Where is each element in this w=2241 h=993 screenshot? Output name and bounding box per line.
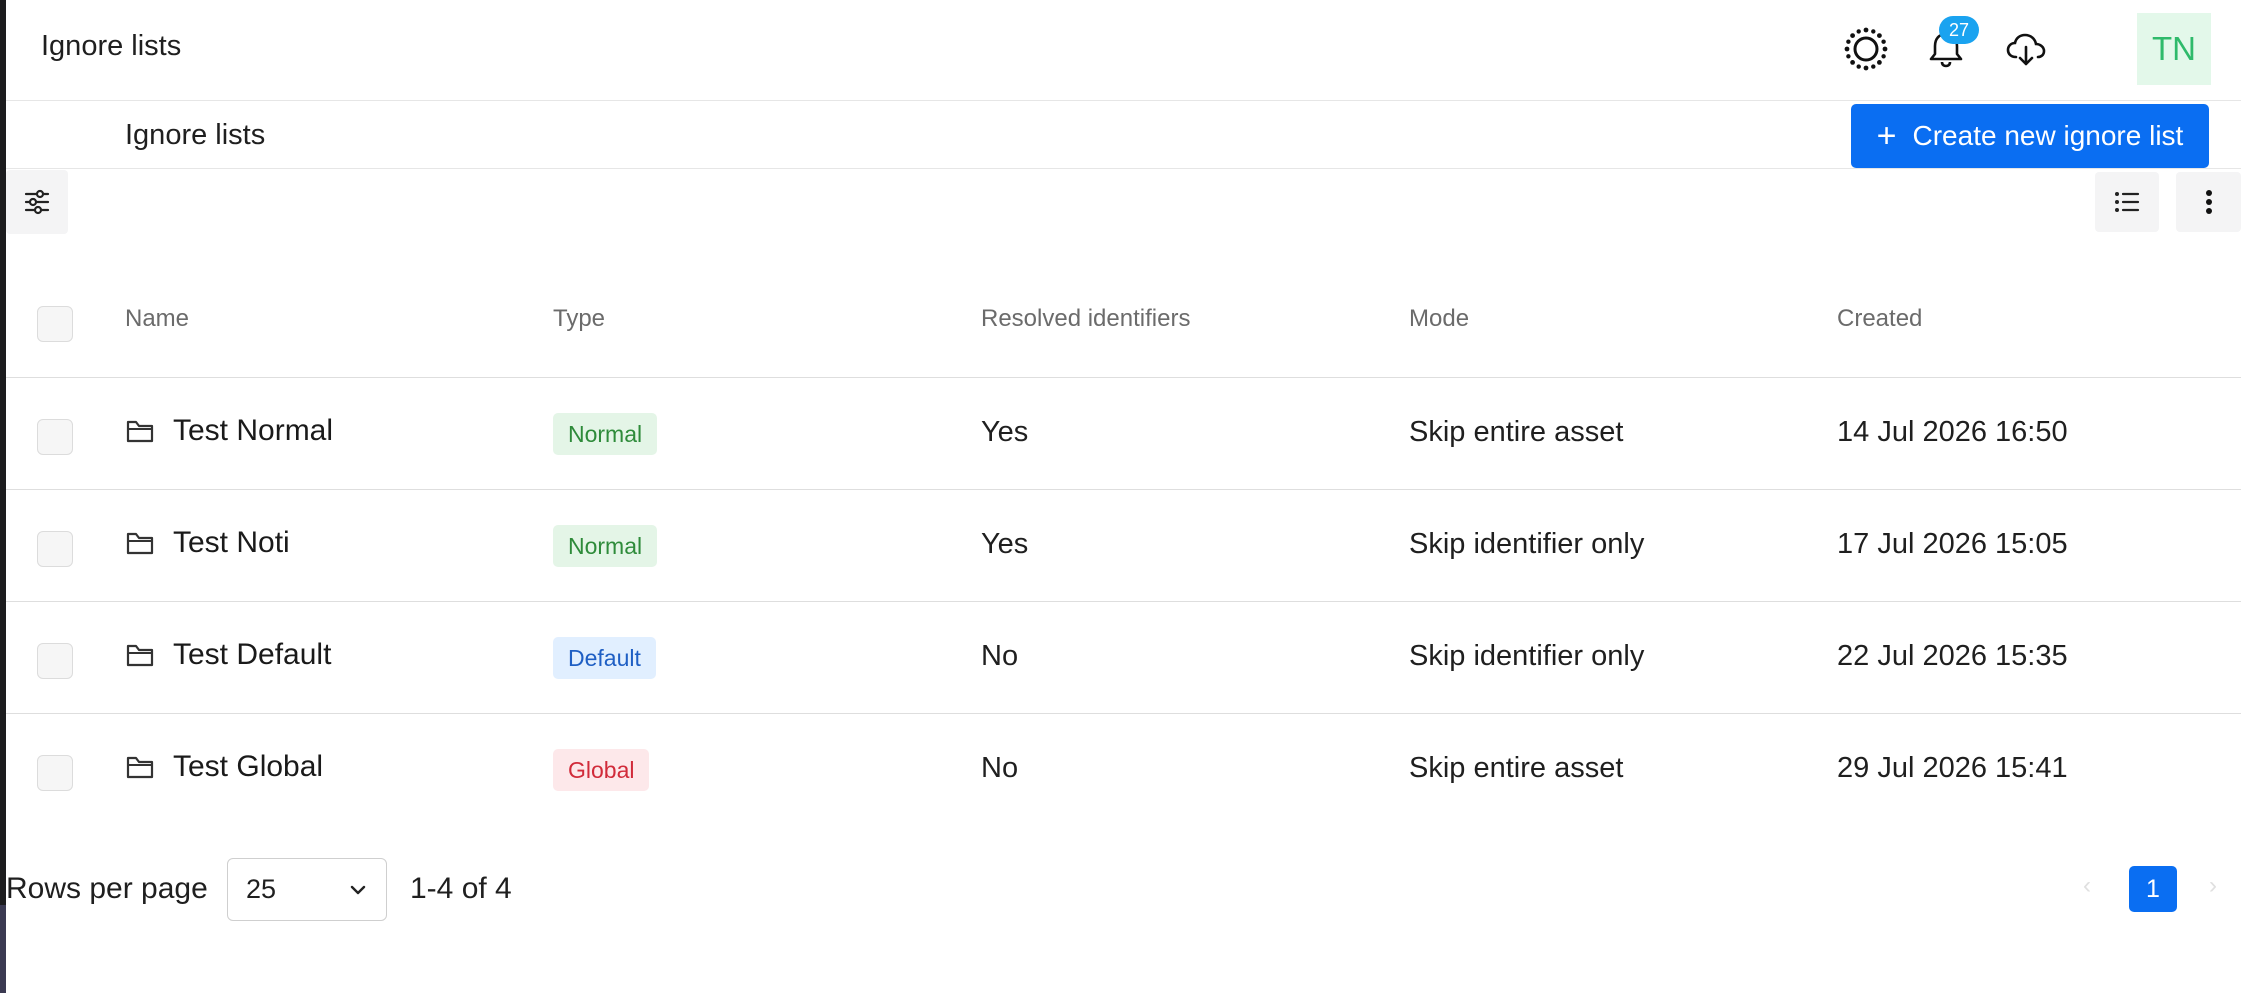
plus-icon: + bbox=[1876, 117, 1897, 155]
select-all-checkbox[interactable] bbox=[37, 306, 73, 342]
mode-cell: Skip entire asset bbox=[1409, 752, 1624, 784]
type-badge: Default bbox=[553, 637, 656, 679]
column-header-mode[interactable]: Mode bbox=[1409, 305, 1469, 333]
name-cell[interactable]: Test Normal bbox=[125, 414, 333, 448]
mode-cell: Skip entire asset bbox=[1409, 416, 1624, 448]
folder-icon bbox=[126, 756, 154, 779]
column-header-name[interactable]: Name bbox=[125, 305, 189, 333]
resolved-cell: Yes bbox=[981, 416, 1029, 448]
rows-per-page-select[interactable]: 25 bbox=[227, 858, 387, 921]
column-header-type[interactable]: Type bbox=[553, 305, 605, 333]
created-cell: 22 Jul 2026 15:35 bbox=[1837, 640, 2068, 672]
name-cell[interactable]: Test Global bbox=[125, 750, 323, 784]
page-title: Ignore lists bbox=[41, 30, 182, 62]
notification-badge: 27 bbox=[1939, 16, 1979, 44]
more-vertical-icon[interactable] bbox=[2176, 172, 2241, 232]
column-header-resolved[interactable]: Resolved identifiers bbox=[981, 305, 1190, 333]
row-checkbox[interactable] bbox=[37, 643, 73, 679]
mode-cell: Skip identifier only bbox=[1409, 528, 1645, 560]
list-name: Test Default bbox=[173, 638, 332, 671]
row-checkbox[interactable] bbox=[37, 755, 73, 791]
created-cell: 14 Jul 2026 16:50 bbox=[1837, 416, 2068, 448]
table-row[interactable]: Test Normal Normal Yes Skip entire asset… bbox=[6, 378, 2241, 490]
sub-header: Ignore lists + Create new ignore list bbox=[6, 101, 2241, 169]
name-cell[interactable]: Test Noti bbox=[125, 526, 290, 560]
pagination-bar: Rows per page 25 1-4 of 4 ‹ 1 › bbox=[6, 858, 2241, 922]
folder-icon bbox=[126, 532, 154, 555]
rows-per-page-value: 25 bbox=[246, 874, 277, 904]
created-cell: 17 Jul 2026 15:05 bbox=[1837, 528, 2068, 560]
filter-sliders-icon[interactable] bbox=[6, 170, 68, 234]
row-checkbox[interactable] bbox=[37, 419, 73, 455]
list-name: Test Noti bbox=[173, 526, 290, 559]
type-badge: Normal bbox=[553, 525, 658, 567]
next-page-icon[interactable]: › bbox=[2209, 872, 2217, 900]
breadcrumb: Ignore lists bbox=[125, 119, 266, 151]
chevron-down-icon bbox=[350, 885, 366, 894]
cloud-download-icon[interactable] bbox=[2001, 24, 2051, 74]
list-name: Test Normal bbox=[173, 414, 334, 447]
rows-per-page-label: Rows per page bbox=[6, 872, 208, 905]
page: Ignore lists 27 TN Ignore lists + Create… bbox=[6, 0, 2241, 993]
theme-sun-icon[interactable] bbox=[1841, 24, 1891, 74]
create-ignore-list-button[interactable]: + Create new ignore list bbox=[1851, 104, 2209, 168]
ignore-lists-table: Name Type Resolved identifiers Mode Crea… bbox=[6, 265, 2241, 826]
table-row[interactable]: Test Noti Normal Yes Skip identifier onl… bbox=[6, 490, 2241, 602]
resolved-cell: Yes bbox=[981, 528, 1029, 560]
table-row[interactable]: Test Global Global No Skip entire asset … bbox=[6, 714, 2241, 826]
list-view-icon[interactable] bbox=[2095, 172, 2159, 232]
resolved-cell: No bbox=[981, 640, 1019, 672]
prev-page-icon[interactable]: ‹ bbox=[2083, 872, 2091, 900]
avatar[interactable]: TN bbox=[2137, 13, 2211, 85]
page-button-1[interactable]: 1 bbox=[2129, 866, 2177, 912]
type-badge: Global bbox=[553, 749, 650, 791]
table-row[interactable]: Test Default Default No Skip identifier … bbox=[6, 602, 2241, 714]
top-bar: Ignore lists 27 TN bbox=[6, 0, 2241, 101]
row-checkbox[interactable] bbox=[37, 531, 73, 567]
table-header: Name Type Resolved identifiers Mode Crea… bbox=[6, 265, 2241, 378]
name-cell[interactable]: Test Default bbox=[125, 638, 331, 672]
column-header-created[interactable]: Created bbox=[1837, 305, 1922, 333]
folder-icon bbox=[126, 420, 154, 443]
created-cell: 29 Jul 2026 15:41 bbox=[1837, 752, 2068, 784]
list-name: Test Global bbox=[173, 750, 324, 783]
pagination-range: 1-4 of 4 bbox=[410, 872, 512, 905]
mode-cell: Skip identifier only bbox=[1409, 640, 1645, 672]
create-button-label: Create new ignore list bbox=[1912, 120, 2184, 151]
resolved-cell: No bbox=[981, 752, 1019, 784]
folder-icon bbox=[126, 644, 154, 667]
type-badge: Normal bbox=[553, 413, 658, 455]
